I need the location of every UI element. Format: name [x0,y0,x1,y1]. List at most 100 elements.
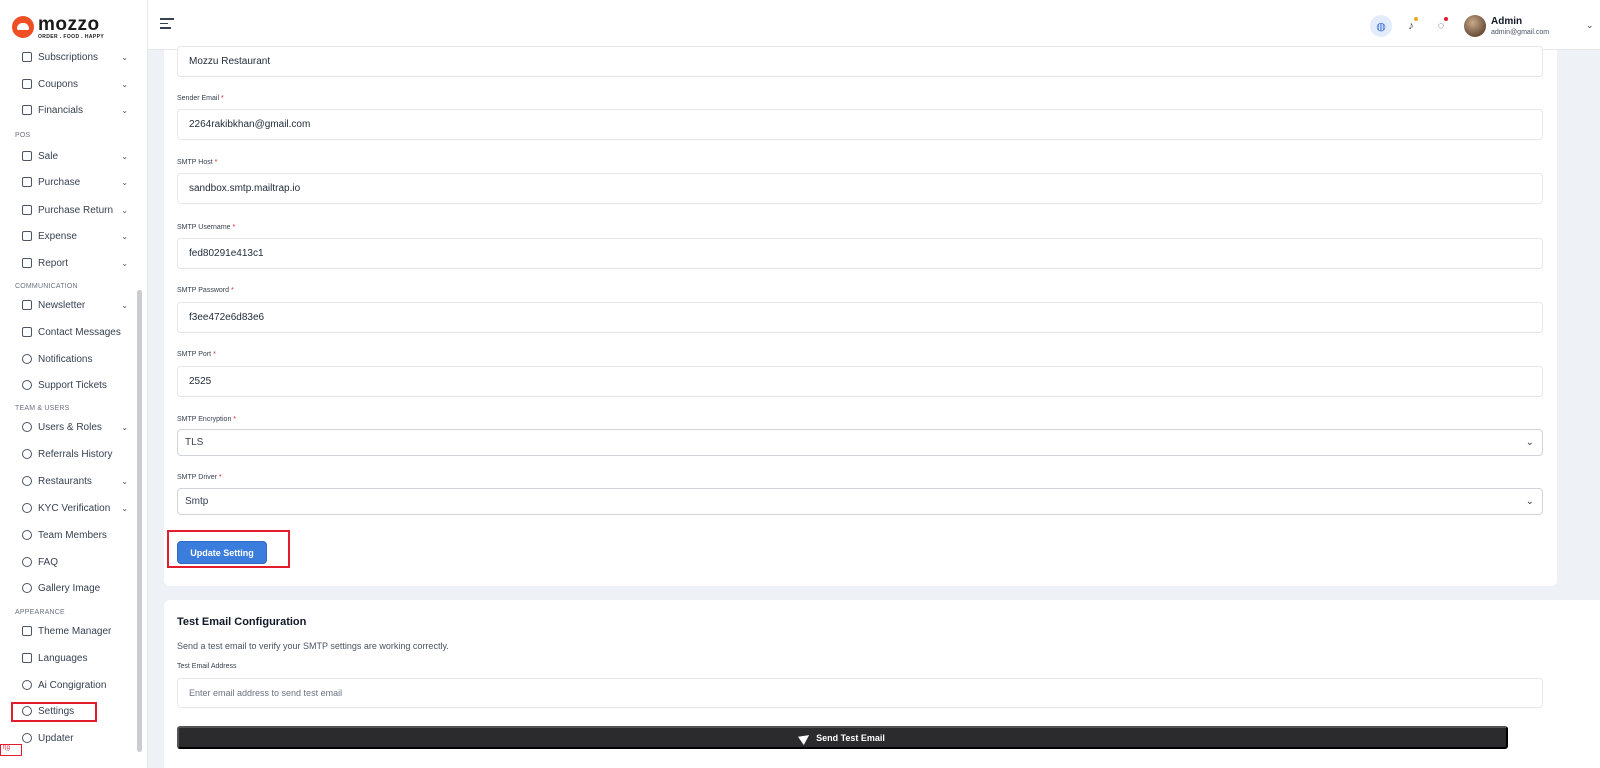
sidebar-item-financials[interactable]: Financials ⌄ [22,100,128,120]
sender-email-label: Sender Email * [177,95,224,102]
chevron-down-icon: ⌄ [121,105,128,115]
bell-icon[interactable]: ♪ [1400,15,1422,37]
sidebar-item-label: Newsletter [38,299,86,311]
sidebar-item-kyc-verification[interactable]: KYC Verification ⌄ [22,498,128,518]
bell-icon [22,354,32,364]
sidebar-item-updater[interactable]: Updater [22,728,128,748]
sidebar-item-newsletter[interactable]: Newsletter ⌄ [22,295,128,315]
bag-icon [22,177,32,187]
sidebar-item-languages[interactable]: Languages [22,648,128,668]
sidebar-item-label: Subscriptions [38,51,99,63]
sidebar-item-purchase[interactable]: Purchase ⌄ [22,172,128,192]
smtp-encryption-select[interactable]: TLS ⌄ [177,429,1543,456]
users-icon [22,557,32,567]
bag-icon [22,258,32,268]
smtp-host-input[interactable]: sandbox.smtp.mailtrap.io [177,173,1543,204]
wallet-icon [22,105,32,115]
test-email-input[interactable]: Enter email address to send test email [177,678,1543,708]
gift-icon [22,79,32,89]
smtp-encryption-label: SMTP Encryption * [177,416,237,423]
users-icon [22,530,32,540]
chevron-down-icon: ⌄ [121,503,128,513]
mail-icon [22,300,32,310]
sidebar-item-gallery-image[interactable]: Gallery Image [22,578,128,598]
smtp-port-label: SMTP Port * [177,351,216,358]
sidebar-item-label: Contact Messages [38,326,121,338]
top-bar: ◍ ♪ ◌ Admin admin@gmail.com ⌄ [148,0,1600,50]
smtp-driver-select[interactable]: Smtp ⌄ [177,488,1543,515]
smtp-username-input[interactable]: fed80291e413c1 [177,238,1543,269]
chevron-down-icon: ⌄ [121,79,128,89]
sidebar-item-theme-manager[interactable]: Theme Manager [22,621,128,641]
sidebar-item-label: Notifications [38,353,93,365]
sidebar-item-users-roles[interactable]: Users & Roles ⌄ [22,417,128,437]
chat-icon[interactable]: ◌ [1430,15,1452,37]
sidebar-item-sale[interactable]: Sale ⌄ [22,146,128,166]
smtp-username-label: SMTP Username * [177,224,236,231]
chevron-down-icon: ⌄ [121,258,128,268]
sidebar-item-purchase-return[interactable]: Purchase Return ⌄ [22,200,128,220]
user-name[interactable]: Admin [1491,16,1522,27]
sidebar-item-label: FAQ [38,556,59,568]
corner-tag: f(g [0,744,22,756]
chevron-down-icon: ⌄ [121,300,128,310]
sidebar-item-label: Referrals History [38,448,113,460]
sidebar-item-support-tickets[interactable]: Support Tickets [22,375,128,395]
sidebar-item-contact-messages[interactable]: Contact Messages [22,322,128,342]
test-email-description: Send a test email to verify your SMTP se… [177,641,449,651]
chevron-down-icon: ⌄ [1525,437,1534,448]
user-email: admin@gmail.com [1491,29,1550,36]
sidebar-item-ai-configuration[interactable]: Ai Congigration [22,675,128,695]
smtp-password-input[interactable]: f3ee472e6d83e6 [177,302,1543,333]
section-communication: COMMUNICATION [15,283,78,290]
chevron-down-icon[interactable]: ⌄ [1586,20,1594,31]
database-icon [22,422,32,432]
sidebar-item-team-members[interactable]: Team Members [22,525,128,545]
brand-logo[interactable]: mozzo ORDER . FOOD . HAPPY [12,14,104,40]
test-email-title: Test Email Configuration [177,616,307,628]
sidebar-item-restaurants[interactable]: Restaurants ⌄ [22,471,128,491]
brand-name: mozzo [38,13,100,35]
section-appearance: APPEARANCE [15,609,65,616]
users-icon [22,449,32,459]
smtp-port-input[interactable]: 2525 [177,366,1543,397]
bag-icon [22,231,32,241]
sidebar-item-expense[interactable]: Expense ⌄ [22,226,128,246]
chevron-down-icon: ⌄ [121,205,128,215]
chat-icon [22,380,32,390]
sidebar-scrollbar[interactable] [137,290,142,752]
chevron-down-icon: ⌄ [1525,496,1534,507]
avatar[interactable] [1464,15,1486,37]
sidebar-item-referrals-history[interactable]: Referrals History [22,444,128,464]
sidebar-item-label: Purchase [38,176,81,188]
sidebar-item-faq[interactable]: FAQ [22,552,128,572]
users-icon [22,476,32,486]
chevron-down-icon: ⌄ [121,151,128,161]
sidebar-item-subscriptions[interactable]: Subscriptions ⌄ [22,47,128,67]
users-icon [22,583,32,593]
settings-highlight [11,702,97,722]
sender-email-input[interactable]: 2264rakibkhan@gmail.com [177,109,1543,140]
sidebar-item-label: Theme Manager [38,625,112,637]
sidebar-item-label: Languages [38,652,88,664]
chevron-down-icon: ⌄ [121,476,128,486]
chevron-down-icon: ⌄ [121,177,128,187]
sidebar-nav: Subscriptions ⌄ Coupons ⌄ Financials ⌄ POS … [0,47,147,768]
sender-name-input[interactable]: Mozzu Restaurant [177,46,1543,77]
refresh-icon [22,733,32,743]
sidebar-item-notifications[interactable]: Notifications [22,349,128,369]
sidebar-item-report[interactable]: Report ⌄ [22,253,128,273]
send-icon [798,730,813,745]
sidebar-item-coupons[interactable]: Coupons ⌄ [22,74,128,94]
update-setting-button[interactable]: Update Setting [177,541,267,564]
sidebar-item-label: Users & Roles [38,421,102,433]
globe-icon[interactable]: ◍ [1370,15,1392,37]
mail-icon [22,327,32,337]
send-test-email-button[interactable]: Send Test Email [177,726,1508,749]
menu-toggle-icon[interactable] [160,18,174,30]
gear-icon [22,680,32,690]
sidebar-item-label: KYC Verification [38,502,111,514]
sidebar-item-label: Restaurants [38,475,92,487]
sidebar-item-label: Sale [38,150,59,162]
sidebar: mozzo ORDER . FOOD . HAPPY Subscriptions… [0,0,148,768]
